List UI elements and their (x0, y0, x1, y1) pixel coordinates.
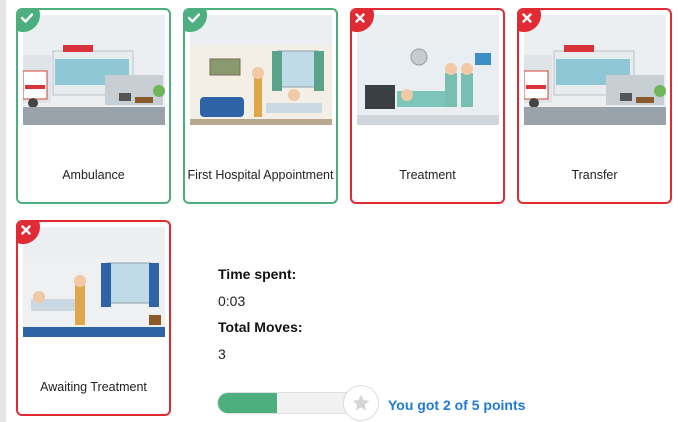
score-text: You got 2 of 5 points (388, 397, 526, 413)
card-transfer[interactable]: Transfer (517, 8, 672, 204)
x-icon (21, 225, 31, 235)
score-progress-fill (218, 393, 278, 413)
card-awaiting-treatment[interactable]: Awaiting Treatment (16, 220, 171, 416)
card-label: Treatment (399, 168, 456, 182)
hospital-appointment-image (190, 15, 332, 161)
card-label: Awaiting Treatment (40, 380, 147, 394)
star-badge (343, 385, 379, 421)
check-icon (188, 13, 200, 23)
x-icon (522, 13, 532, 23)
total-moves-label: Total Moves: (218, 319, 303, 335)
ambulance-image (23, 15, 165, 161)
card-label: Transfer (571, 168, 618, 182)
left-edge-bar (0, 0, 6, 422)
x-icon (355, 13, 365, 23)
star-icon (352, 394, 370, 411)
total-moves-value: 3 (218, 346, 226, 362)
card-label: Ambulance (62, 168, 125, 182)
card-ambulance[interactable]: Ambulance (16, 8, 171, 204)
time-spent-value: 0:03 (218, 293, 246, 309)
treatment-image (357, 15, 499, 161)
awaiting-treatment-image (23, 227, 165, 373)
transfer-image (524, 15, 666, 161)
card-first-hospital-appointment[interactable]: First Hospital Appointment (183, 8, 338, 204)
card-label: First Hospital Appointment (187, 168, 334, 182)
time-spent-label: Time spent: (218, 266, 297, 282)
check-icon (21, 13, 33, 23)
card-treatment[interactable]: Treatment (350, 8, 505, 204)
